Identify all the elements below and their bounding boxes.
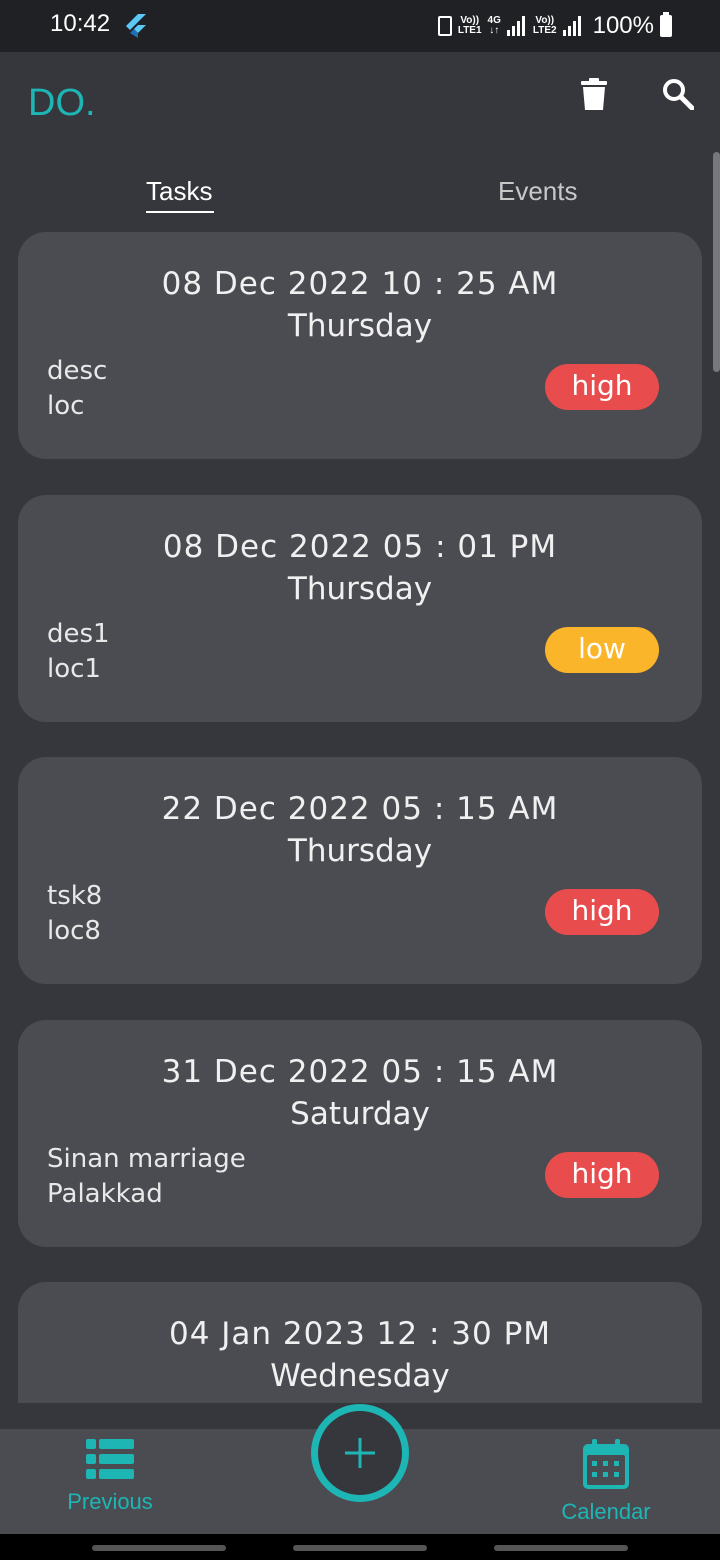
nav-previous[interactable]: Previous [20, 1439, 200, 1515]
gesture-handle-right[interactable] [494, 1545, 628, 1551]
tab-tasks[interactable]: Tasks [146, 176, 212, 207]
volte-1: Vo)) LTE1 [458, 16, 482, 36]
battery-icon [660, 12, 672, 37]
task-card[interactable]: 08 Dec 2022 05 : 01 PM Thursday des1 loc… [18, 495, 702, 722]
flutter-icon [126, 14, 146, 38]
task-location: Palakkad [47, 1179, 163, 1209]
priority-badge: low [545, 627, 659, 673]
app-logo: DO. [28, 82, 96, 124]
task-list[interactable]: 08 Dec 2022 10 : 25 AM Thursday desc loc… [0, 230, 720, 1403]
tab-indicator [146, 211, 214, 213]
list-icon [86, 1439, 134, 1479]
status-bar: 10:42 Vo)) LTE1 4G ↓↑ Vo)) LTE2 100% [0, 0, 720, 52]
volte-1-bottom: LTE1 [457, 25, 482, 36]
task-card[interactable]: 31 Dec 2022 05 : 15 AM Saturday Sinan ma… [18, 1020, 702, 1247]
priority-badge: high [545, 889, 659, 935]
task-card[interactable]: 08 Dec 2022 10 : 25 AM Thursday desc loc… [18, 232, 702, 459]
signal-icon-1 [506, 16, 525, 36]
task-description: tsk8 [47, 881, 103, 911]
gesture-handle-center[interactable] [293, 1545, 427, 1551]
task-date: 08 Dec 2022 10 : 25 AM [161, 266, 559, 302]
task-description: Sinan marriage [47, 1144, 246, 1174]
search-icon [663, 79, 694, 110]
task-date: 22 Dec 2022 05 : 15 AM [161, 791, 559, 827]
volte-2: Vo)) LTE2 [533, 16, 557, 36]
network-type: 4G ↓↑ [488, 16, 501, 36]
nav-calendar[interactable]: Calendar [516, 1439, 696, 1525]
priority-badge: high [545, 1152, 659, 1198]
status-time: 10:42 [50, 10, 111, 37]
task-day: Thursday [287, 833, 433, 869]
sim-card-icon [437, 16, 452, 36]
nav-previous-label: Previous [67, 1489, 153, 1514]
gesture-nav-bar [0, 1534, 720, 1560]
task-date: 31 Dec 2022 05 : 15 AM [161, 1054, 559, 1090]
status-icons: Vo)) LTE1 4G ↓↑ Vo)) LTE2 100% [437, 8, 672, 44]
priority-badge: high [545, 364, 659, 410]
task-date: 08 Dec 2022 05 : 01 PM [162, 529, 558, 565]
task-day: Wednesday [270, 1358, 450, 1394]
gesture-handle-left[interactable] [92, 1545, 226, 1551]
task-card[interactable]: 22 Dec 2022 05 : 15 AM Thursday tsk8 loc… [18, 757, 702, 984]
calendar-icon [583, 1439, 629, 1489]
volte-2-bottom: LTE2 [532, 25, 557, 36]
task-date: 04 Jan 2023 12 : 30 PM [168, 1316, 552, 1352]
nav-calendar-label: Calendar [561, 1499, 651, 1524]
plus-icon [345, 1438, 375, 1468]
task-location: loc [47, 391, 85, 421]
search-button[interactable] [656, 72, 700, 116]
task-day: Saturday [290, 1096, 430, 1132]
battery-percent: 100% [592, 12, 654, 39]
add-task-button[interactable] [311, 1404, 409, 1502]
task-card[interactable]: 04 Jan 2023 12 : 30 PM Wednesday [18, 1282, 702, 1403]
tab-events[interactable]: Events [498, 176, 578, 207]
task-description: desc [47, 356, 108, 386]
task-location: loc1 [47, 654, 101, 684]
task-location: loc8 [47, 916, 101, 946]
task-day: Thursday [287, 571, 433, 607]
task-day: Thursday [287, 308, 433, 344]
task-description: des1 [47, 619, 110, 649]
delete-button[interactable] [572, 72, 616, 116]
signal-icon-2 [562, 16, 581, 36]
data-arrows-icon: ↓↑ [489, 25, 500, 36]
trash-icon [581, 78, 607, 110]
